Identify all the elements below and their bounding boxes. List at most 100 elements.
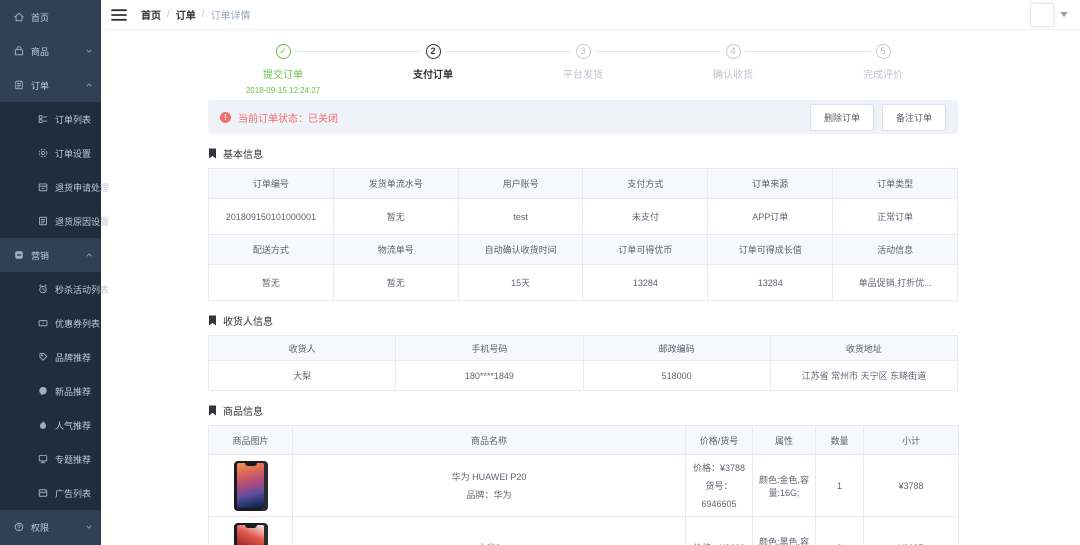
header-cell: 属性 xyxy=(753,426,816,455)
breadcrumb-separator: / xyxy=(167,9,170,20)
sidebar-item-goods[interactable]: 商品 xyxy=(0,34,101,68)
product-brand: 品牌：华为 xyxy=(295,486,683,504)
step-pay-order: 2 支付订单 xyxy=(358,44,508,92)
main-area: 首页 / 订单 / 订单详情 ✓ 提交订单 2018-09-15 12:24:2… xyxy=(101,0,1080,545)
product-name-cell: 华为 HUAWEI P20 品牌：华为 xyxy=(293,455,686,517)
order-status-bar: ! 当前订单状态：已关闭 删除订单 备注订单 xyxy=(208,100,958,134)
user-dropdown[interactable] xyxy=(1030,3,1068,27)
header-cell: 订单类型 xyxy=(833,169,958,199)
product-name-cell: 小米8 xyxy=(293,517,686,545)
hamburger-icon[interactable] xyxy=(111,8,127,22)
header-cell: 用户账号 xyxy=(458,169,583,199)
sidebar-item-home[interactable]: 首页 xyxy=(0,0,101,34)
sidebar-item-label: 秒杀活动列表 xyxy=(55,283,109,296)
note-order-button[interactable]: 备注订单 xyxy=(882,104,946,131)
new-badge-icon xyxy=(37,385,49,397)
breadcrumb-home[interactable]: 首页 xyxy=(141,7,161,22)
sidebar-item-orders[interactable]: 订单 xyxy=(0,68,101,102)
huawei-p20-photo xyxy=(234,461,268,511)
delete-order-button[interactable]: 删除订单 xyxy=(810,104,874,131)
sidebar-item-hot-recommend[interactable]: 人气推荐 xyxy=(0,408,101,442)
bookmark-icon xyxy=(208,315,217,326)
product-price-cell: 价格：¥2699 xyxy=(686,517,753,545)
header-cell: 价格/货号 xyxy=(686,426,753,455)
sidebar-item-permissions[interactable]: 权限 xyxy=(0,510,101,544)
sidebar-item-topic-recommend[interactable]: 专题推荐 xyxy=(0,442,101,476)
value-cell: 正常订单 xyxy=(833,199,958,235)
sidebar-item-flash-sale[interactable]: 秒杀活动列表 xyxy=(0,272,101,306)
product-price-cell: 价格：¥3788 货号：6946605 xyxy=(686,455,753,517)
product-name: 华为 HUAWEI P20 xyxy=(295,468,683,486)
bookmark-icon xyxy=(208,148,217,159)
phone-cell: 180****1849 xyxy=(396,361,583,391)
sidebar-item-marketing[interactable]: 营销 xyxy=(0,238,101,272)
step-confirm-receipt: 4 确认收货 xyxy=(658,44,808,92)
value-cell: 单品促销,打折优... xyxy=(833,265,958,301)
sidebar-item-return-apply[interactable]: 退货申请处理 xyxy=(0,170,101,204)
sidebar-item-label: 品牌推荐 xyxy=(55,351,91,364)
step-submit-order: ✓ 提交订单 2018-09-15 12:24:27 xyxy=(208,44,358,92)
table-header-row: 商品图片 商品名称 价格/货号 属性 数量 小计 xyxy=(209,426,959,455)
sidebar: 首页 商品 订单 订单列表 订单设置 退货申请处理 退货原因设置 营销 秒杀活动… xyxy=(0,0,101,545)
section-title: 商品信息 xyxy=(223,403,263,418)
table-header-row: 配送方式 物流单号 自动确认收货时间 订单可得优币 订单可得成长值 活动信息 xyxy=(209,235,958,265)
breadcrumb-orders[interactable]: 订单 xyxy=(176,7,196,22)
product-name: 小米8 xyxy=(295,539,683,545)
ticket-icon xyxy=(37,317,49,329)
caret-down-icon xyxy=(1060,12,1068,17)
section-basic-info: 基本信息 xyxy=(208,146,958,161)
sidebar-item-brand-recommend[interactable]: 品牌推荐 xyxy=(0,340,101,374)
sidebar-item-coupons[interactable]: 优惠券列表 xyxy=(0,306,101,340)
header-cell: 商品名称 xyxy=(293,426,686,455)
value-cell: 未支付 xyxy=(583,199,708,235)
value-cell: 13284 xyxy=(583,265,708,301)
product-row: 华为 HUAWEI P20 品牌：华为 价格：¥3788 货号：6946605 … xyxy=(209,455,959,517)
step-label: 提交订单 xyxy=(208,66,358,81)
product-row: 小米8 价格：¥2699 颜色:黑色,容量 3 ¥8097 xyxy=(209,517,959,545)
sidebar-item-order-settings[interactable]: 订单设置 xyxy=(0,136,101,170)
table-row: 201809150101000001 暂无 test 未支付 APP订单 正常订… xyxy=(209,199,958,235)
value-cell: 暂无 xyxy=(333,265,458,301)
sidebar-item-label: 广告列表 xyxy=(55,487,91,500)
consignee-table: 收货人 手机号码 邮政编码 收货地址 大梨 180****1849 518000… xyxy=(208,335,958,391)
header-cell: 邮政编码 xyxy=(583,336,770,361)
xiaomi-mi8-photo xyxy=(234,523,268,545)
sidebar-item-label: 优惠券列表 xyxy=(55,317,100,330)
header-cell: 活动信息 xyxy=(833,235,958,265)
order-detail-card: ✓ 提交订单 2018-09-15 12:24:27 2 支付订单 3 平台发货… xyxy=(208,30,958,545)
avatar[interactable] xyxy=(1030,3,1054,27)
value-cell: 暂无 xyxy=(333,199,458,235)
product-price: 价格：¥2699 xyxy=(688,539,750,545)
step-label: 平台发货 xyxy=(508,66,658,81)
chevron-down-icon xyxy=(85,47,93,55)
sidebar-item-new-recommend[interactable]: 新品推荐 xyxy=(0,374,101,408)
step-label: 支付订单 xyxy=(358,66,508,81)
header-cell: 手机号码 xyxy=(396,336,583,361)
product-sn: 货号：6946605 xyxy=(688,477,750,513)
bookmark-icon xyxy=(208,405,217,416)
sidebar-item-order-list[interactable]: 订单列表 xyxy=(0,102,101,136)
value-cell: APP订单 xyxy=(708,199,833,235)
chevron-up-icon xyxy=(85,251,93,259)
step-number: 2 xyxy=(426,44,441,59)
top-bar: 首页 / 订单 / 订单详情 xyxy=(101,0,1080,30)
sidebar-item-label: 订单列表 xyxy=(55,113,91,126)
header-cell: 订单来源 xyxy=(708,169,833,199)
product-attrs-cell: 颜色:金色,容量:16G; xyxy=(753,455,816,517)
header-cell: 数量 xyxy=(816,426,864,455)
sidebar-item-label: 订单 xyxy=(31,79,49,92)
sidebar-item-ad-list[interactable]: 广告列表 xyxy=(0,476,101,510)
sidebar-item-return-reason[interactable]: 退货原因设置 xyxy=(0,204,101,238)
tag-icon xyxy=(37,351,49,363)
product-subtotal-cell: ¥8097 xyxy=(864,517,959,545)
header-cell: 订单可得成长值 xyxy=(708,235,833,265)
header-cell: 小计 xyxy=(864,426,959,455)
product-price: 价格：¥3788 xyxy=(688,459,750,477)
order-list-icon xyxy=(37,113,49,125)
value-cell: test xyxy=(458,199,583,235)
check-icon: ✓ xyxy=(276,44,291,59)
section-title: 收货人信息 xyxy=(223,313,273,328)
sidebar-item-label: 退货原因设置 xyxy=(55,215,109,228)
step-number: 3 xyxy=(576,44,591,59)
product-subtotal-cell: ¥3788 xyxy=(864,455,959,517)
